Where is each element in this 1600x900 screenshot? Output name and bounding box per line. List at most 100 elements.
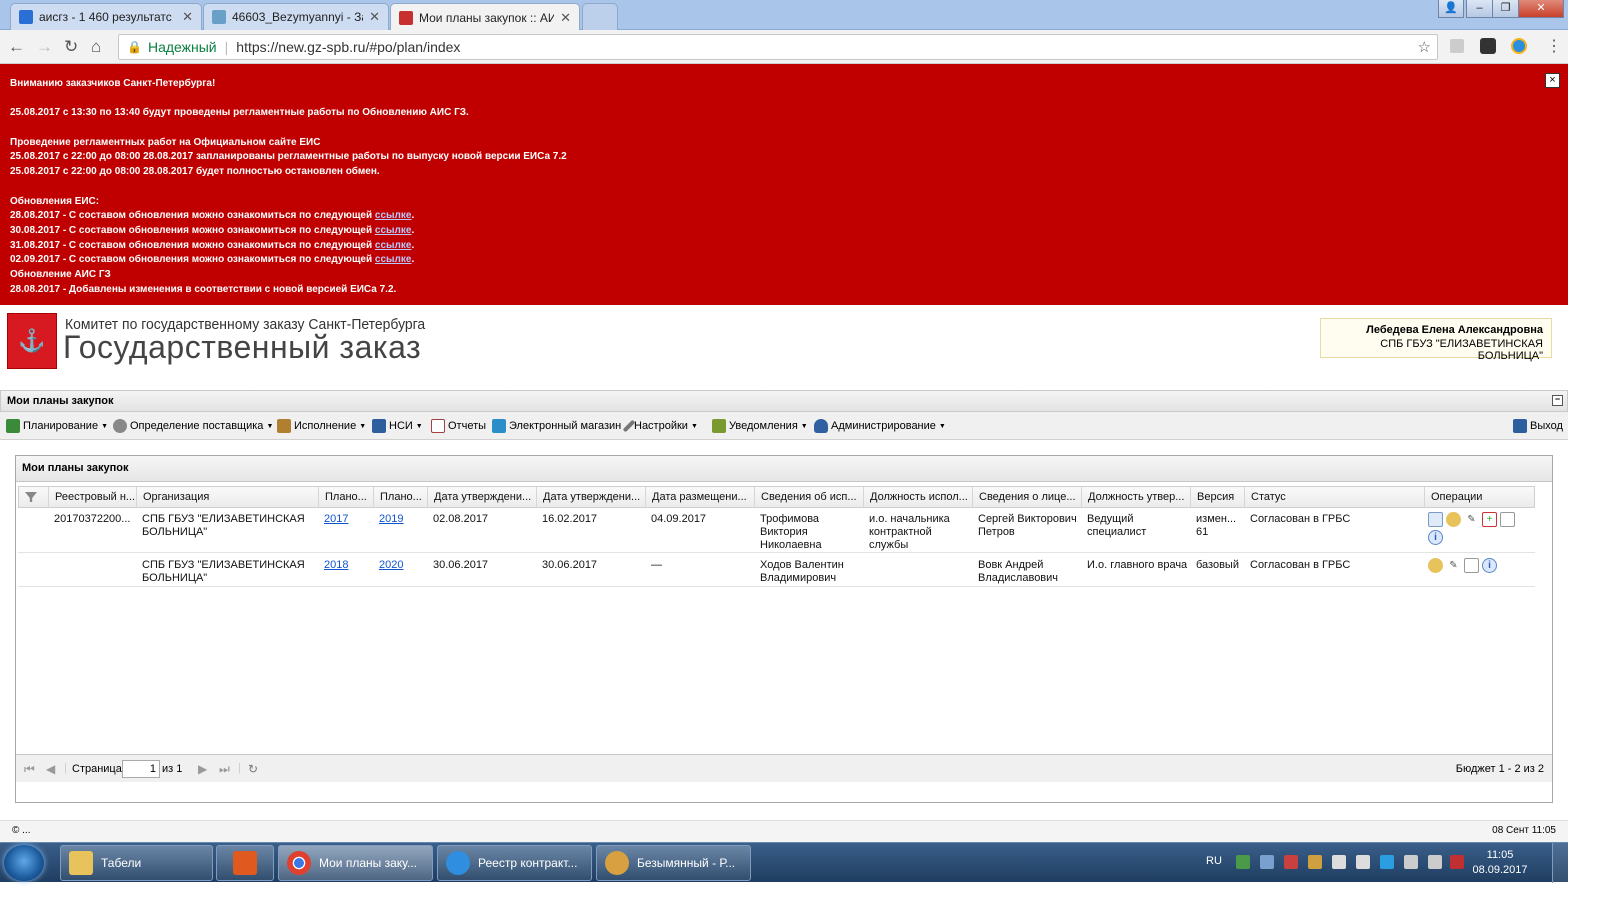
edit-icon[interactable]: ✎ (1446, 558, 1461, 573)
user-info[interactable]: Лебедева Елена Александровна СПБ ГБУЗ "Е… (1320, 318, 1552, 362)
col-header-placed-date[interactable]: Дата размещени... (646, 487, 755, 507)
new-tab-button[interactable] (582, 3, 618, 30)
table-row[interactable]: 20170372200... СПБ ГБУЗ "ЕЛИЗАВЕТИНСКАЯ … (18, 508, 1535, 553)
first-page-icon[interactable]: ⏮ (24, 762, 35, 777)
menu-execution[interactable]: Исполнение ▼ (277, 419, 366, 433)
exit-button[interactable]: Выход (1513, 419, 1563, 433)
menu-administration[interactable]: Администрирование ▼ (814, 419, 946, 433)
start-button[interactable] (4, 845, 44, 881)
taskbar-item-folder[interactable]: Табели (60, 845, 213, 881)
address-bar: ← → ↻ ⌂ 🔒 Надежный | https://new.gz-spb.… (0, 30, 1568, 64)
info-icon[interactable]: i (1428, 530, 1443, 545)
col-header-approve-date-2[interactable]: Дата утверждени... (537, 487, 646, 507)
col-header-approver-pos[interactable]: Должность утвер... (1082, 487, 1191, 507)
browser-tab-plans[interactable]: Мои планы закупок :: АИ ✕ (390, 3, 580, 31)
taskbar-item-paint[interactable]: Безымянный - Р... (596, 845, 751, 881)
add-icon[interactable]: + (1482, 512, 1497, 527)
cell-approver: Вовк Андрей Владиславович (978, 559, 1059, 584)
language-indicator[interactable]: RU (1206, 855, 1222, 867)
menu-icon[interactable]: ⋮ (1546, 36, 1562, 56)
page-number-input[interactable]: 1 (122, 760, 160, 778)
plan-from-link[interactable]: 2017 (324, 513, 348, 525)
taskbar-item-ie[interactable]: Реестр контракт... (437, 845, 592, 881)
close-icon[interactable]: ✕ (182, 9, 193, 25)
table-row[interactable]: СПБ ГБУЗ "ЕЛИЗАВЕТИНСКАЯ БОЛЬНИЦА" 2018 … (18, 554, 1535, 587)
document-icon[interactable] (1500, 512, 1515, 527)
col-header-executor-pos[interactable]: Должность испол... (864, 487, 973, 507)
update-link[interactable]: ссылке (375, 225, 412, 236)
view-document-icon[interactable] (1428, 512, 1443, 527)
col-header-plan-from[interactable]: Плано... (319, 487, 374, 507)
book-icon (372, 419, 386, 433)
panel-title: Мои планы закупок (7, 395, 114, 407)
forward-icon[interactable]: → (36, 38, 53, 55)
taskbar-item-app[interactable] (216, 845, 274, 881)
taskbar-item-chrome[interactable]: Мои планы заку... (278, 845, 433, 881)
browser-tab-search[interactable]: аисгз - 1 460 результатс ✕ (10, 3, 202, 30)
cell-approve-date-2: 30.06.2017 (542, 559, 598, 571)
browser-tab-document[interactable]: 46603_Bezymyannyi - За ✕ (203, 3, 389, 30)
plan-to-link[interactable]: 2020 (379, 559, 403, 571)
extension-icon[interactable] (1480, 38, 1496, 54)
lock-icon: 🔒 (127, 40, 142, 54)
minimize-button[interactable]: – (1466, 0, 1493, 18)
info-icon[interactable]: i (1482, 558, 1497, 573)
filter-icon[interactable] (19, 487, 49, 507)
col-header-version[interactable]: Версия (1191, 487, 1245, 507)
refresh-icon[interactable]: ↻ (248, 762, 258, 776)
star-icon[interactable]: ☆ (1418, 38, 1431, 56)
extension-icon[interactable] (1511, 38, 1527, 54)
profile-button[interactable]: 👤 (1438, 0, 1464, 18)
tray-icon[interactable] (1236, 855, 1250, 869)
menu-reports[interactable]: Отчеты (431, 419, 486, 433)
tray-icon[interactable] (1260, 855, 1274, 869)
volume-icon[interactable] (1332, 855, 1346, 869)
emblem-icon[interactable] (1428, 558, 1443, 573)
close-icon[interactable]: ✕ (369, 9, 380, 25)
show-desktop-button[interactable] (1552, 843, 1568, 883)
tray-icon[interactable] (1284, 855, 1298, 869)
tray-icon[interactable] (1404, 855, 1418, 869)
col-header-reg[interactable]: Реестровый н... (49, 487, 137, 507)
update-link[interactable]: ссылке (375, 240, 412, 251)
tray-icon[interactable] (1308, 855, 1322, 869)
menu-eshop[interactable]: Электронный магазин (492, 419, 621, 433)
col-header-approve-date[interactable]: Дата утверждени... (428, 487, 537, 507)
menu-planning[interactable]: Планирование ▼ (6, 419, 108, 433)
col-header-status[interactable]: Статус (1245, 487, 1425, 507)
plan-from-link[interactable]: 2018 (324, 559, 348, 571)
extension-icon[interactable] (1450, 39, 1464, 53)
network-icon[interactable] (1356, 855, 1370, 869)
reload-icon[interactable]: ↻ (64, 38, 78, 55)
menu-settings[interactable]: Настройки ▼ (622, 419, 698, 433)
col-header-approver[interactable]: Сведения о лице... (973, 487, 1082, 507)
printer-icon[interactable] (1428, 855, 1442, 869)
document-icon (212, 10, 226, 24)
plan-to-link[interactable]: 2019 (379, 513, 403, 525)
update-link[interactable]: ссылке (375, 210, 412, 221)
close-icon[interactable]: ✕ (560, 10, 571, 26)
last-page-icon[interactable]: ⏭ (219, 762, 230, 777)
document-icon[interactable] (1464, 558, 1479, 573)
collapse-icon[interactable]: − (1552, 395, 1563, 406)
menu-nsi[interactable]: НСИ ▼ (372, 419, 423, 433)
maximize-button[interactable]: ❐ (1492, 0, 1519, 18)
clock[interactable]: 11:05 08.09.2017 (1470, 848, 1530, 878)
col-header-executor[interactable]: Сведения об исп... (755, 487, 864, 507)
home-icon[interactable]: ⌂ (91, 38, 101, 55)
skype-icon[interactable] (1380, 855, 1394, 869)
banner-close-button[interactable]: × (1545, 73, 1560, 88)
prev-page-icon[interactable]: ◀ (46, 762, 55, 776)
col-header-plan-to[interactable]: Плано... (374, 487, 428, 507)
menu-supplier[interactable]: Определение поставщика ▼ (113, 419, 273, 433)
tray-icon[interactable] (1450, 855, 1464, 869)
menu-notifications[interactable]: Уведомления ▼ (712, 419, 808, 433)
url-field[interactable]: 🔒 Надежный | https://new.gz-spb.ru/#po/p… (118, 34, 1438, 60)
col-header-org[interactable]: Организация (137, 487, 319, 507)
back-icon[interactable]: ← (8, 38, 25, 55)
emblem-icon[interactable] (1446, 512, 1461, 527)
next-page-icon[interactable]: ▶ (198, 762, 207, 776)
edit-icon[interactable]: ✎ (1464, 512, 1479, 527)
window-close-button[interactable]: ✕ (1518, 0, 1564, 18)
update-link[interactable]: ссылке (375, 254, 412, 265)
